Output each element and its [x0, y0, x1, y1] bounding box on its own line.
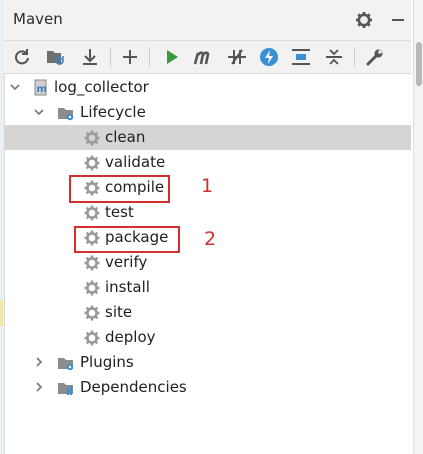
- maven-toolbar: [4, 41, 411, 74]
- scrollbar-thumb[interactable]: [416, 42, 422, 86]
- lifecycle-folder-icon: [58, 108, 74, 121]
- tree-node-goal-test[interactable]: test: [4, 200, 411, 225]
- maven-project-tree: m log_collector Lifecycle clean validate c…: [4, 74, 411, 454]
- tree-node-plugins[interactable]: Plugins: [4, 350, 411, 375]
- plugins-folder-icon: [58, 358, 74, 371]
- tree-node-goal-validate[interactable]: validate: [4, 150, 411, 175]
- gear-icon: [84, 280, 100, 296]
- gear-icon[interactable]: [353, 9, 375, 31]
- settings-wrench-icon[interactable]: [363, 45, 387, 69]
- tool-window-header: Maven: [4, 0, 411, 41]
- goal-label: test: [105, 203, 134, 221]
- show-dependencies-icon[interactable]: [289, 45, 313, 69]
- tree-node-goal-install[interactable]: install: [4, 275, 411, 300]
- goal-label: validate: [105, 153, 166, 171]
- tree-node-dependencies[interactable]: Dependencies: [4, 375, 411, 400]
- tree-node-project[interactable]: m log_collector: [4, 75, 411, 100]
- gear-icon: [84, 155, 100, 171]
- reload-icon[interactable]: [10, 45, 34, 69]
- tree-node-goal-deploy[interactable]: deploy: [4, 325, 411, 350]
- plugins-label: Plugins: [80, 353, 134, 371]
- toolbar-separator: [110, 47, 111, 67]
- toolbar-separator: [354, 47, 355, 67]
- gear-icon: [84, 130, 100, 146]
- highlight-box-package: [74, 226, 180, 253]
- tree-node-goal-site[interactable]: site: [4, 300, 411, 325]
- gear-icon: [84, 330, 100, 346]
- tree-node-lifecycle[interactable]: Lifecycle: [4, 100, 411, 125]
- collapse-all-icon[interactable]: [322, 45, 346, 69]
- gear-icon: [84, 255, 100, 271]
- chevron-down-icon[interactable]: [33, 106, 45, 118]
- tree-node-goal-verify[interactable]: verify: [4, 250, 411, 275]
- panel-title: Maven: [13, 10, 63, 28]
- vertical-scrollbar[interactable]: [413, 0, 423, 454]
- minimize-icon[interactable]: [387, 9, 409, 31]
- goal-label: install: [105, 278, 150, 296]
- svg-text:m: m: [37, 84, 47, 95]
- skip-tests-icon[interactable]: [257, 45, 281, 69]
- maven-project-icon: m: [34, 79, 47, 96]
- dependencies-folder-icon: [58, 383, 73, 395]
- dependencies-label: Dependencies: [80, 378, 187, 396]
- chevron-down-icon[interactable]: [9, 81, 21, 93]
- toolbar-separator: [149, 47, 150, 67]
- goal-label: clean: [105, 128, 146, 146]
- chevron-right-icon[interactable]: [33, 381, 45, 393]
- annotation-number-2: 2: [204, 228, 217, 250]
- toggle-offline-icon[interactable]: [225, 45, 249, 69]
- gear-icon: [84, 305, 100, 321]
- execute-goal-icon[interactable]: [192, 45, 216, 69]
- goal-label: verify: [105, 253, 148, 271]
- add-icon[interactable]: [118, 45, 142, 69]
- chevron-right-icon[interactable]: [33, 356, 45, 368]
- lifecycle-label: Lifecycle: [80, 103, 146, 121]
- run-icon[interactable]: [160, 45, 184, 69]
- gear-icon: [84, 205, 100, 221]
- highlight-box-compile: [69, 175, 170, 203]
- goal-label: deploy: [105, 328, 156, 346]
- annotation-number-1: 1: [201, 175, 214, 197]
- tree-node-goal-clean[interactable]: clean: [4, 125, 411, 150]
- generate-sources-icon[interactable]: [44, 45, 68, 69]
- download-icon[interactable]: [78, 45, 102, 69]
- edge-marker: [0, 300, 3, 326]
- project-label: log_collector: [54, 78, 149, 96]
- goal-label: site: [105, 303, 133, 321]
